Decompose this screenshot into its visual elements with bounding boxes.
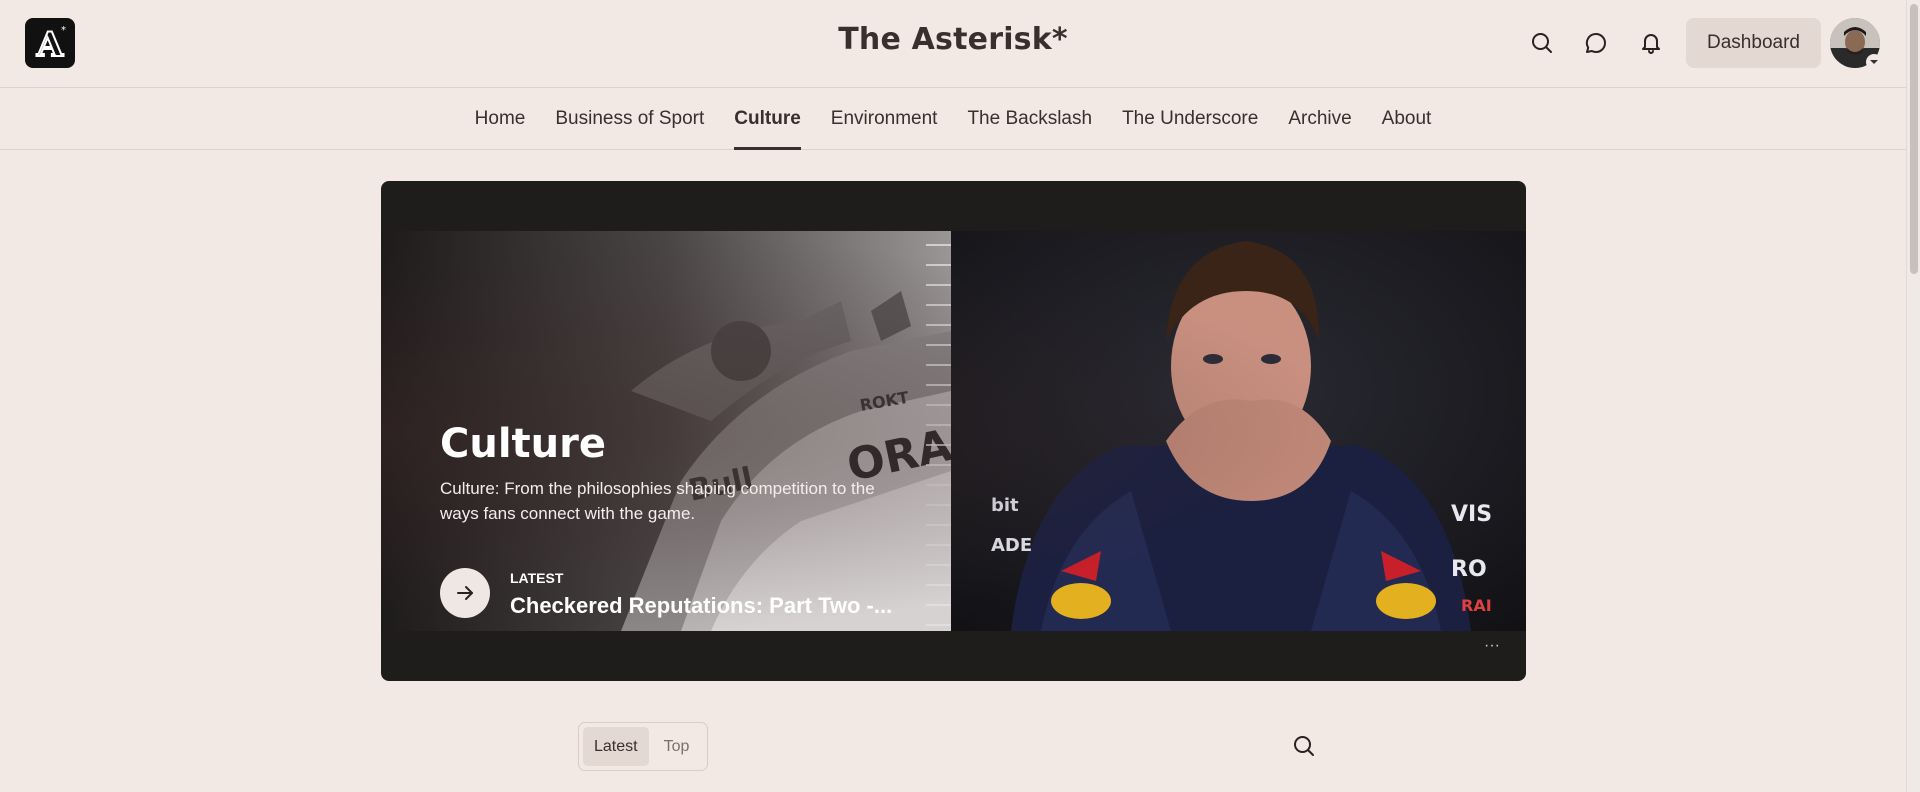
chevron-down-icon[interactable] <box>1866 54 1882 70</box>
site-title[interactable]: The Asterisk* <box>0 22 1906 57</box>
dashboard-button[interactable]: Dashboard <box>1686 18 1821 68</box>
chat-icon[interactable] <box>1581 28 1611 58</box>
svg-text:VIS: VIS <box>1451 502 1492 527</box>
section-nav: Home Business of Sport Culture Environme… <box>0 88 1906 150</box>
svg-text:RAI: RAI <box>1461 596 1492 615</box>
hero-arrow-button[interactable] <box>440 568 490 618</box>
hero-driver-image: bit ADE VIS RO RAI <box>951 231 1526 631</box>
hero-description: Culture: From the philosophies shaping c… <box>440 479 875 523</box>
arrow-right-icon <box>457 586 473 600</box>
nav-item-environment[interactable]: Environment <box>816 88 953 150</box>
svg-text:ADE: ADE <box>991 535 1032 556</box>
nav-item-about[interactable]: About <box>1367 88 1447 150</box>
more-options-icon[interactable]: ··· <box>1477 636 1507 656</box>
page: A * The Asterisk* Dashboard Home Busines… <box>0 0 1920 792</box>
latest-label: LATEST <box>510 570 564 586</box>
svg-text:bit: bit <box>991 495 1019 516</box>
site-header: A * The Asterisk* Dashboard <box>0 0 1906 88</box>
nav-item-archive[interactable]: Archive <box>1273 88 1366 150</box>
tab-latest[interactable]: Latest <box>583 727 649 766</box>
bell-icon[interactable] <box>1636 28 1666 58</box>
page-scrollbar[interactable] <box>1906 0 1920 792</box>
search-icon[interactable] <box>1527 28 1557 58</box>
latest-article-link[interactable]: Checkered Reputations: Part Two -... <box>510 593 892 619</box>
nav-item-the-underscore[interactable]: The Underscore <box>1107 88 1273 150</box>
post-sort-tabs: Latest Top <box>578 722 708 771</box>
nav-item-home[interactable]: Home <box>460 88 541 150</box>
hero-banner[interactable]: ORAC Bull ROKT bit ADE VIS RO RAI Cultur… <box>381 181 1526 681</box>
nav-item-culture[interactable]: Culture <box>719 88 816 150</box>
tab-top[interactable]: Top <box>653 727 701 766</box>
posts-search-icon[interactable] <box>1290 732 1318 760</box>
nav-item-the-backslash[interactable]: The Backslash <box>952 88 1107 150</box>
nav-item-business-of-sport[interactable]: Business of Sport <box>540 88 719 150</box>
svg-text:RO: RO <box>1451 557 1487 582</box>
hero-title: Culture <box>440 421 606 467</box>
scrollbar-thumb[interactable] <box>1910 4 1918 274</box>
